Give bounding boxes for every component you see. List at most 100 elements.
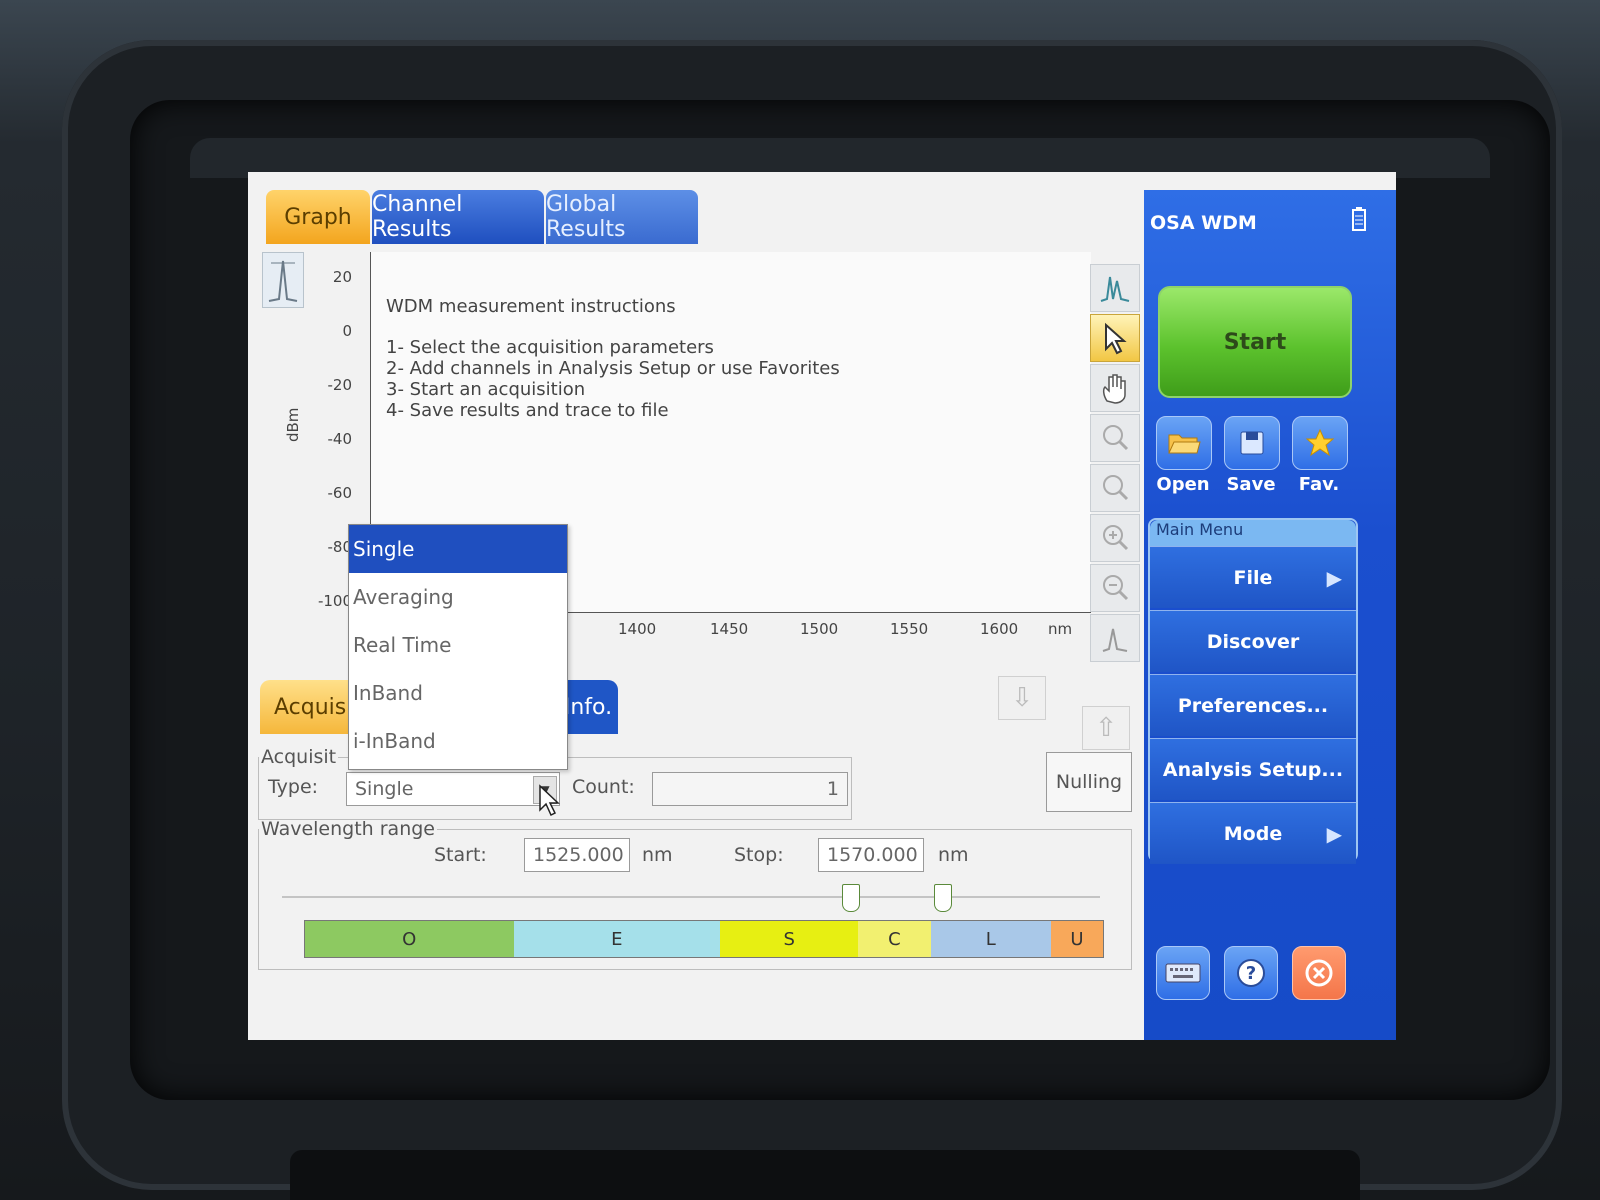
wavelength-slider-track[interactable] — [282, 896, 1100, 898]
stop-unit: nm — [938, 844, 969, 866]
count-field[interactable]: 1 — [652, 772, 848, 806]
nulling-button[interactable]: Nulling — [1046, 752, 1132, 812]
mouse-cursor-icon — [538, 784, 564, 822]
dropdown-option-i-inband[interactable]: i-InBand — [349, 717, 567, 765]
band-s: S — [720, 921, 859, 957]
stop-label: Stop: — [734, 844, 784, 866]
start-button[interactable]: Start — [1158, 286, 1352, 398]
y-tick: -20 — [327, 376, 353, 394]
start-unit: nm — [642, 844, 673, 866]
expand-up-arrow-icon[interactable]: ⇧ — [1082, 706, 1130, 750]
band-o: O — [305, 921, 514, 957]
save-disk-icon[interactable] — [1224, 416, 1280, 470]
device-screen: Graph Channel Results Global Results 20 … — [248, 172, 1396, 1040]
instruction-line: 2- Add channels in Analysis Setup or use… — [386, 358, 840, 379]
save-label: Save — [1226, 474, 1276, 495]
y-tick: -40 — [327, 430, 353, 448]
favorite-star-icon[interactable] — [1292, 416, 1348, 470]
zoom-area-icon[interactable] — [1090, 414, 1140, 462]
tab-graph[interactable]: Graph — [266, 190, 370, 244]
zoom-one-to-one-icon[interactable] — [1090, 464, 1140, 512]
tab-channel-results[interactable]: Channel Results — [372, 190, 544, 244]
x-tick: 1600 — [980, 620, 1019, 638]
type-select[interactable]: Single ▼ — [346, 772, 560, 806]
menu-item-mode[interactable]: Mode ▶ — [1150, 802, 1356, 864]
sidebar: OSA WDM Start Open Save Fav. Main Menu F… — [1144, 190, 1396, 1040]
menu-item-label: File — [1233, 566, 1273, 589]
menu-item-analysis-setup[interactable]: Analysis Setup... — [1150, 738, 1356, 800]
x-tick: 1400 — [618, 620, 657, 638]
band-e: E — [513, 921, 721, 957]
dropdown-option-single[interactable]: Single — [349, 525, 567, 573]
open-folder-icon[interactable] — [1156, 416, 1212, 470]
keyboard-icon[interactable] — [1156, 946, 1210, 1000]
hand-pan-icon[interactable] — [1090, 364, 1140, 412]
stop-wavelength-handle[interactable] — [934, 884, 952, 912]
menu-item-preferences[interactable]: Preferences... — [1150, 674, 1356, 736]
instructions-title: WDM measurement instructions — [386, 296, 676, 317]
dropdown-option-averaging[interactable]: Averaging — [349, 573, 567, 621]
type-select-value: Single — [355, 778, 414, 800]
type-dropdown-list: Single Averaging Real Time InBand i-InBa… — [348, 524, 568, 770]
acquisition-legend: Acquisit — [261, 746, 337, 768]
menu-item-label: Mode — [1223, 822, 1283, 845]
menu-item-file[interactable]: File ▶ — [1150, 546, 1356, 608]
menu-item-discover[interactable]: Discover — [1150, 610, 1356, 672]
band-l: L — [930, 921, 1051, 957]
band-label: S — [783, 928, 795, 950]
close-icon[interactable] — [1292, 946, 1346, 1000]
main-menu-header: Main Menu — [1150, 520, 1356, 546]
start-wavelength-value: 1525.000 — [533, 844, 624, 866]
svg-text:?: ? — [1246, 963, 1256, 984]
submenu-arrow-icon: ▶ — [1326, 821, 1342, 846]
full-scale-icon[interactable] — [1090, 614, 1140, 662]
y-tick: 0 — [342, 322, 352, 340]
band-label: L — [985, 928, 996, 950]
y-tick: -80 — [327, 538, 353, 556]
band-label: E — [611, 928, 623, 950]
wavelength-legend: Wavelength range — [261, 818, 435, 840]
pointer-tool-button[interactable] — [1090, 314, 1140, 362]
dropdown-option-real-time[interactable]: Real Time — [349, 621, 567, 669]
y-tick: -100 — [317, 592, 352, 610]
device-bottom-slot — [290, 1150, 1360, 1200]
instructions-text: WDM measurement instructions 1- Select t… — [386, 296, 840, 421]
start-wavelength-handle[interactable] — [842, 884, 860, 912]
zoom-out-icon[interactable] — [1090, 564, 1140, 612]
band-label: O — [402, 928, 417, 950]
zoom-in-icon[interactable] — [1090, 514, 1140, 562]
band-label: C — [888, 928, 901, 950]
stop-wavelength-value: 1570.000 — [827, 844, 918, 866]
count-label: Count: — [572, 776, 635, 798]
band-bar: O E S C L U — [304, 920, 1104, 958]
tab-global-results[interactable]: Global Results — [546, 190, 698, 244]
app-title: OSA WDM — [1150, 212, 1257, 234]
instruction-line: 1- Select the acquisition parameters — [386, 337, 714, 358]
band-c: C — [858, 921, 931, 957]
instruction-line: 3- Start an acquisition — [386, 379, 586, 400]
fav-label: Fav. — [1298, 474, 1340, 495]
band-label: U — [1070, 928, 1084, 950]
x-tick: 1450 — [710, 620, 749, 638]
x-tick: 1550 — [890, 620, 929, 638]
help-icon[interactable]: ? — [1224, 946, 1278, 1000]
menu-item-label: Analysis Setup... — [1162, 758, 1344, 781]
y-axis-label: dBm — [284, 407, 302, 442]
x-tick: 1500 — [800, 620, 839, 638]
count-value: 1 — [826, 778, 839, 800]
stop-wavelength-input[interactable]: 1570.000 — [818, 838, 924, 872]
start-label: Start: — [434, 844, 487, 866]
dropdown-option-inband[interactable]: InBand — [349, 669, 567, 717]
collapse-down-arrow-icon[interactable]: ⇩ — [998, 676, 1046, 720]
start-wavelength-input[interactable]: 1525.000 — [524, 838, 630, 872]
submenu-arrow-icon: ▶ — [1326, 565, 1342, 590]
y-tick: -60 — [327, 484, 353, 502]
spectrum-icon[interactable] — [262, 252, 304, 308]
auto-zoom-button[interactable] — [1090, 264, 1140, 312]
open-label: Open — [1156, 474, 1210, 495]
type-label: Type: — [268, 776, 319, 798]
x-axis-unit: nm — [1048, 620, 1073, 638]
battery-icon — [1350, 206, 1368, 236]
menu-item-label: Discover — [1206, 630, 1300, 653]
instruction-line: 4- Save results and trace to file — [386, 400, 669, 421]
